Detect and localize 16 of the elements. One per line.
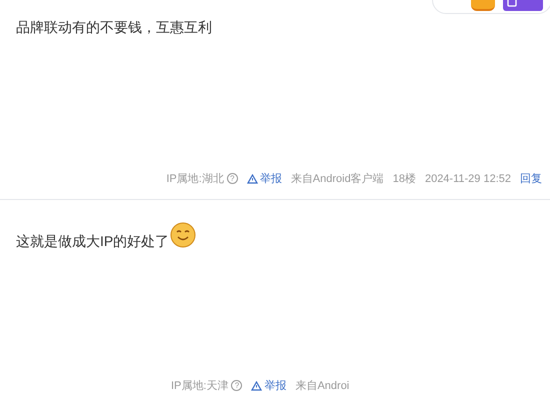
warning-icon: [246, 174, 258, 184]
client-source: 来自Android客户端: [290, 172, 384, 186]
ip-location: IP属地:湖北: [166, 172, 224, 186]
post-text: 品牌联动有的不要钱，互惠互利: [16, 18, 212, 37]
report-link[interactable]: 举报: [251, 378, 286, 394]
reply-link[interactable]: 回复: [520, 170, 542, 187]
help-icon[interactable]: ?: [231, 380, 242, 392]
client-source: 来自Androi: [295, 378, 350, 394]
help-icon[interactable]: ?: [226, 173, 238, 184]
smiley-icon: [170, 222, 196, 248]
report-link[interactable]: 举报: [246, 170, 282, 187]
floor-number: 18楼: [392, 172, 416, 186]
warning-icon: [251, 380, 262, 391]
post-text: 这就是做成大IP的好处了: [16, 232, 170, 251]
post-time: 2024-11-29 12:52: [424, 172, 511, 186]
ip-location: IP属地:天津: [171, 378, 228, 394]
